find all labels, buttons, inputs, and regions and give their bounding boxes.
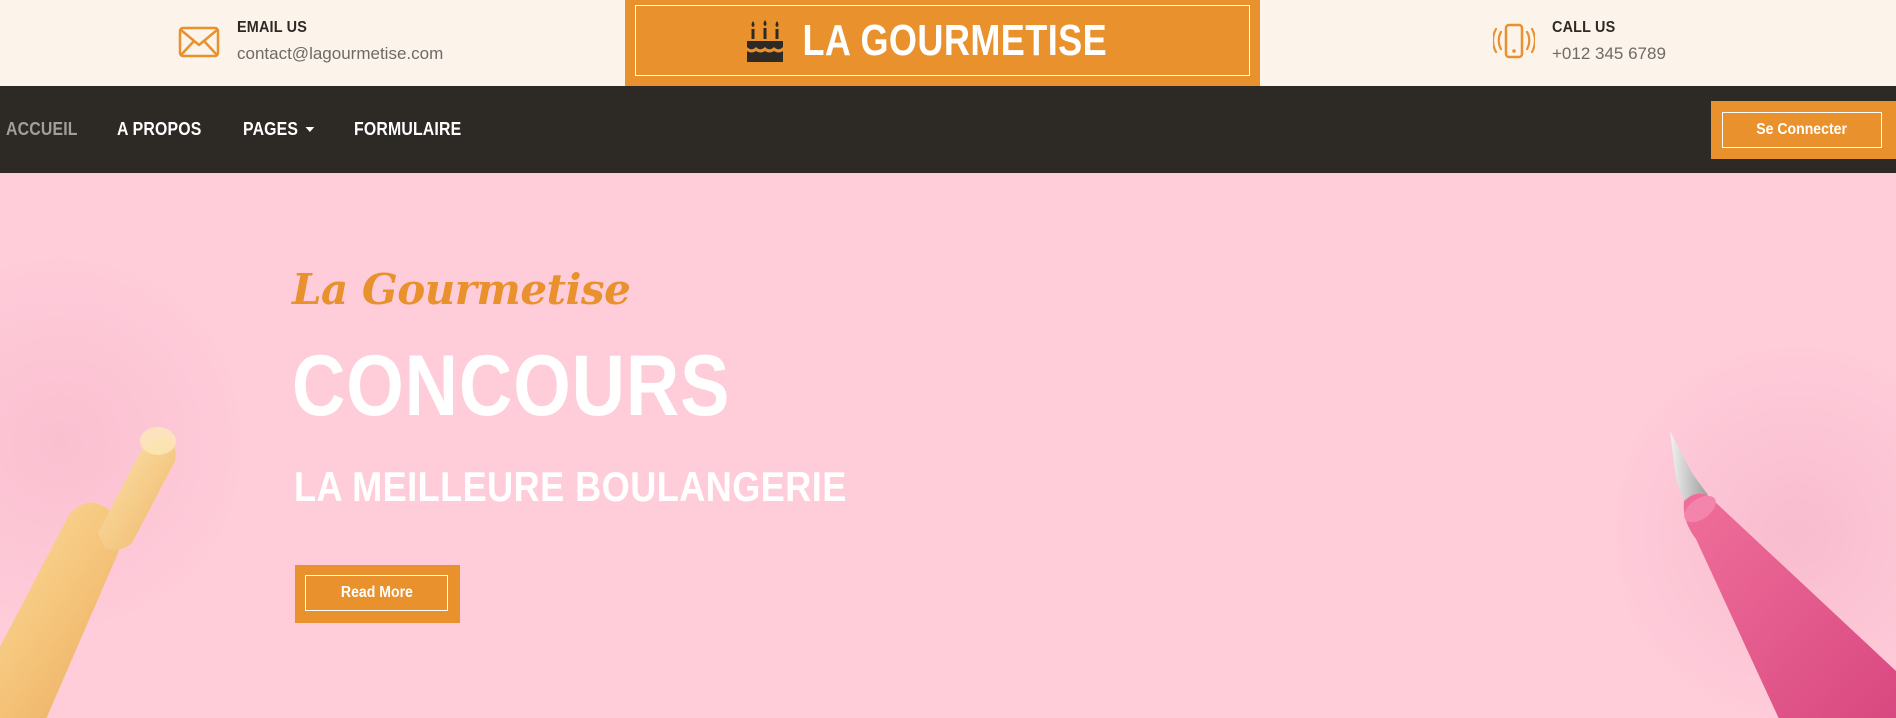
read-more-frame: Read More	[295, 565, 460, 623]
nav-item-label: ACCUEIL	[6, 119, 78, 139]
login-button-frame: Se Connecter	[1711, 101, 1896, 159]
nav-item-a-propos[interactable]: A PROPOS	[117, 119, 201, 140]
top-info-bar: EMAIL US contact@lagourmetise.com LA GOU…	[0, 0, 1896, 86]
read-more-button[interactable]: Read More	[305, 575, 448, 611]
piping-bag-illustration	[1670, 431, 1896, 718]
nav-menu: ACCUEIL A PROPOS PAGES FORMULAIRE	[6, 86, 476, 173]
phone-contact: CALL US +012 345 6789	[1492, 18, 1666, 66]
phone-vibrate-icon	[1492, 20, 1536, 64]
nav-item-formulaire[interactable]: FORMULAIRE	[354, 119, 461, 140]
hero-subtitle: La Gourmetise	[292, 265, 631, 314]
rolling-pin-illustration	[0, 427, 176, 718]
nav-item-label: A PROPOS	[117, 119, 202, 139]
phone-value[interactable]: +012 345 6789	[1552, 42, 1666, 66]
birthday-cake-icon	[745, 19, 785, 63]
brand-frame: LA GOURMETISE	[635, 5, 1250, 76]
phone-label: CALL US	[1552, 19, 1616, 36]
caret-down-icon	[305, 127, 315, 132]
hero-tagline: LA MEILLEURE BOULANGERIE	[294, 463, 847, 510]
nav-item-label: PAGES	[243, 119, 299, 139]
main-navbar: ACCUEIL A PROPOS PAGES FORMULAIRE Se Con…	[0, 86, 1896, 173]
nav-item-pages-dropdown[interactable]: PAGES	[243, 119, 315, 140]
nav-item-label: FORMULAIRE	[354, 119, 462, 139]
login-button[interactable]: Se Connecter	[1722, 112, 1882, 148]
brand-title: LA GOURMETISE	[802, 15, 1107, 65]
login-button-label: Se Connecter	[1756, 121, 1848, 138]
email-value[interactable]: contact@lagourmetise.com	[237, 42, 443, 66]
brand-logo[interactable]: LA GOURMETISE	[625, 0, 1260, 86]
hero-banner: La Gourmetise CONCOURS LA MEILLEURE BOUL…	[0, 173, 1896, 718]
email-contact: EMAIL US contact@lagourmetise.com	[177, 18, 443, 66]
email-label: EMAIL US	[237, 19, 307, 36]
read-more-label: Read More	[340, 584, 413, 601]
nav-item-accueil[interactable]: ACCUEIL	[6, 119, 78, 140]
envelope-icon	[177, 20, 221, 64]
hero-headline: CONCOURS	[292, 338, 731, 434]
